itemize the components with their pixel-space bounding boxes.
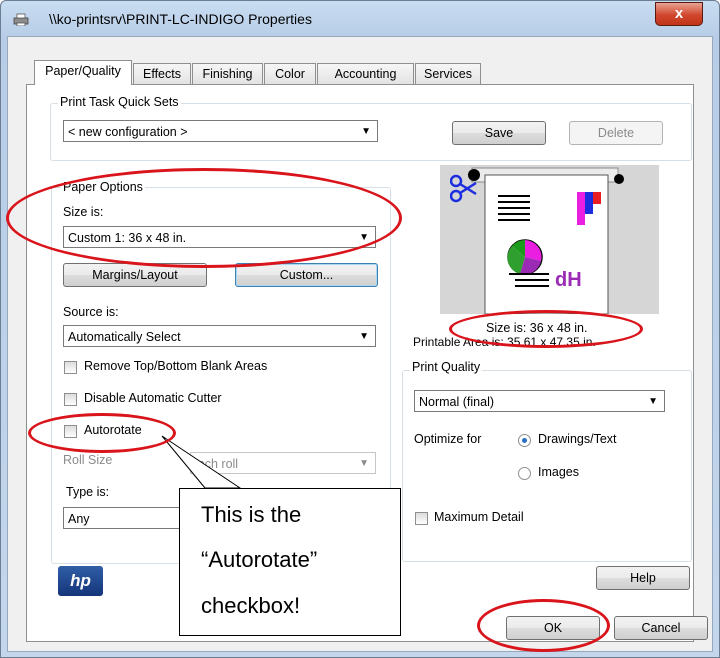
callout-line-1: This is the — [201, 502, 302, 527]
callout-line-2: “Autorotate” — [201, 547, 318, 572]
tab-paper-quality[interactable]: Paper/Quality — [34, 60, 132, 85]
callout-line-3: checkbox! — [201, 593, 301, 618]
annotation-callout-box: This is the “Autorotate” checkbox! — [179, 488, 401, 636]
